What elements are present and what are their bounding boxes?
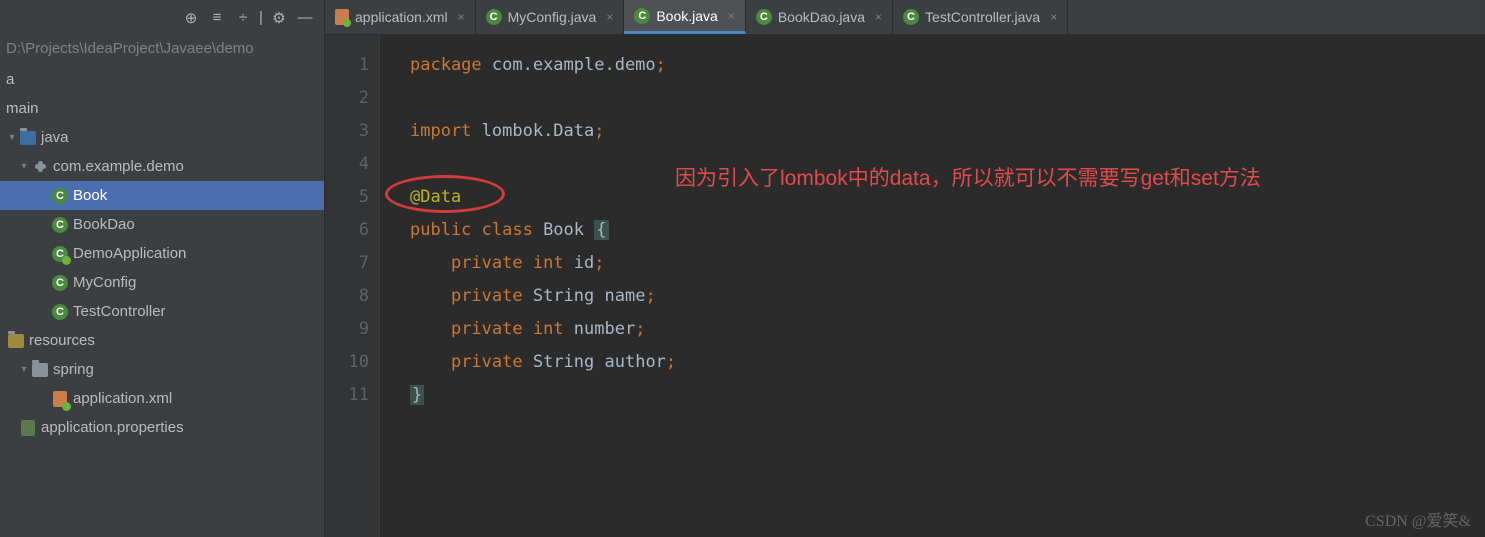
gear-icon[interactable]: ⚙ — [266, 5, 292, 31]
chevron-down-icon: ▾ — [18, 356, 30, 384]
file-application-xml[interactable]: application.xml — [0, 384, 324, 413]
tab-label: BookDao.java — [778, 9, 865, 25]
folder-icon — [30, 363, 50, 377]
class-icon: C — [50, 275, 70, 291]
expand-icon[interactable]: ≡ — [204, 5, 230, 31]
code-area[interactable]: package com.example.demo; import lombok.… — [380, 35, 1485, 537]
class-icon: C — [50, 304, 70, 320]
folder-resources[interactable]: resources — [0, 326, 324, 355]
class-icon: C — [50, 188, 70, 204]
xml-icon — [335, 9, 349, 25]
project-tree: a main ▾ java ▾ com.example.demo C Book … — [0, 65, 324, 442]
folder-spring[interactable]: ▾ spring — [0, 355, 324, 384]
file-testcontroller[interactable]: C TestController — [0, 297, 324, 326]
close-icon[interactable]: × — [875, 10, 882, 24]
properties-icon — [18, 420, 38, 436]
close-icon[interactable]: × — [458, 10, 465, 24]
file-demoapplication[interactable]: C DemoApplication — [0, 239, 324, 268]
close-icon[interactable]: × — [1050, 10, 1057, 24]
minimize-icon[interactable]: — — [292, 5, 318, 31]
collapse-icon[interactable]: ÷ — [230, 5, 256, 31]
chevron-down-icon: ▾ — [18, 153, 30, 181]
file-application-props[interactable]: application.properties — [0, 413, 324, 442]
file-bookdao[interactable]: C BookDao — [0, 210, 324, 239]
class-icon: C — [903, 9, 919, 25]
class-icon: C — [50, 246, 70, 262]
file-book[interactable]: C Book — [0, 181, 324, 210]
separator: | — [256, 5, 266, 31]
tab-label: application.xml — [355, 9, 448, 25]
list-item[interactable]: main — [0, 94, 324, 123]
close-icon[interactable]: × — [606, 10, 613, 24]
target-icon[interactable]: ⊕ — [178, 5, 204, 31]
watermark: CSDN @爱笑& — [1365, 507, 1471, 531]
line-gutter: 123 456 789 1011 — [325, 35, 380, 537]
breadcrumb: D:\Projects\IdeaProject\Javaee\demo — [0, 35, 324, 65]
tab-label: MyConfig.java — [508, 9, 597, 25]
folder-icon — [6, 334, 26, 348]
tab-application-xml[interactable]: application.xml × — [325, 0, 476, 34]
close-icon[interactable]: × — [728, 9, 735, 23]
class-icon: C — [486, 9, 502, 25]
folder-package[interactable]: ▾ com.example.demo — [0, 152, 324, 181]
editor-tabs: application.xml × C MyConfig.java × C Bo… — [325, 0, 1485, 35]
sidebar-toolbar: ⊕ ≡ ÷ | ⚙ — — [0, 0, 324, 35]
file-myconfig[interactable]: C MyConfig — [0, 268, 324, 297]
chevron-down-icon: ▾ — [6, 124, 18, 152]
tab-label: Book.java — [656, 8, 717, 24]
class-icon: C — [756, 9, 772, 25]
tab-myconfig[interactable]: C MyConfig.java × — [476, 0, 625, 34]
folder-icon — [18, 131, 38, 145]
tab-testcontroller[interactable]: C TestController.java × — [893, 0, 1068, 34]
folder-java[interactable]: ▾ java — [0, 123, 324, 152]
code-editor[interactable]: 123 456 789 1011 package com.example.dem… — [325, 35, 1485, 537]
tab-label: TestController.java — [925, 9, 1040, 25]
tab-book[interactable]: C Book.java × — [624, 0, 746, 34]
xml-icon — [50, 391, 70, 407]
list-item[interactable]: a — [0, 65, 324, 94]
tab-bookdao[interactable]: C BookDao.java × — [746, 0, 893, 34]
project-sidebar: ⊕ ≡ ÷ | ⚙ — D:\Projects\IdeaProject\Java… — [0, 0, 325, 537]
class-icon: C — [50, 217, 70, 233]
package-icon — [30, 163, 50, 170]
class-icon: C — [634, 8, 650, 24]
